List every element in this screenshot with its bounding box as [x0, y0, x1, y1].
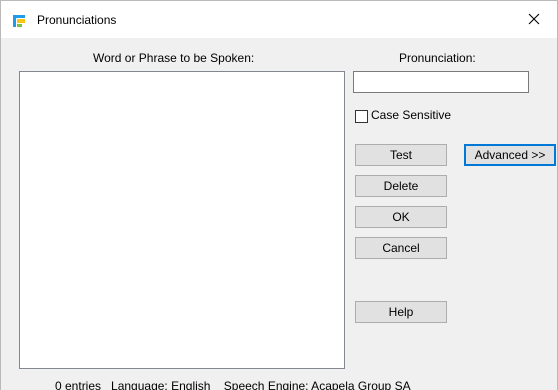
close-icon: [528, 13, 540, 28]
case-sensitive-checkbox[interactable]: [355, 110, 368, 123]
dialog-body: Word or Phrase to be Spoken: Pronunciati…: [0, 38, 558, 390]
window-title: Pronunciations: [37, 13, 117, 27]
test-button[interactable]: Test: [355, 144, 447, 166]
status-text: 0 entries Language: English Speech Engin…: [55, 379, 411, 390]
pronunciation-input[interactable]: [353, 71, 529, 93]
ok-button[interactable]: OK: [355, 206, 447, 228]
delete-button[interactable]: Delete: [355, 175, 447, 197]
help-button[interactable]: Help: [355, 301, 447, 323]
close-button[interactable]: [511, 1, 557, 39]
word-phrase-list[interactable]: [19, 71, 345, 369]
app-icon: [11, 13, 27, 29]
title-bar[interactable]: Pronunciations: [0, 0, 558, 38]
cancel-button[interactable]: Cancel: [355, 237, 447, 259]
pronunciation-label: Pronunciation:: [399, 51, 476, 65]
case-sensitive-label[interactable]: Case Sensitive: [371, 108, 451, 122]
advanced-button[interactable]: Advanced >>: [464, 144, 556, 166]
word-phrase-label: Word or Phrase to be Spoken:: [93, 51, 255, 65]
